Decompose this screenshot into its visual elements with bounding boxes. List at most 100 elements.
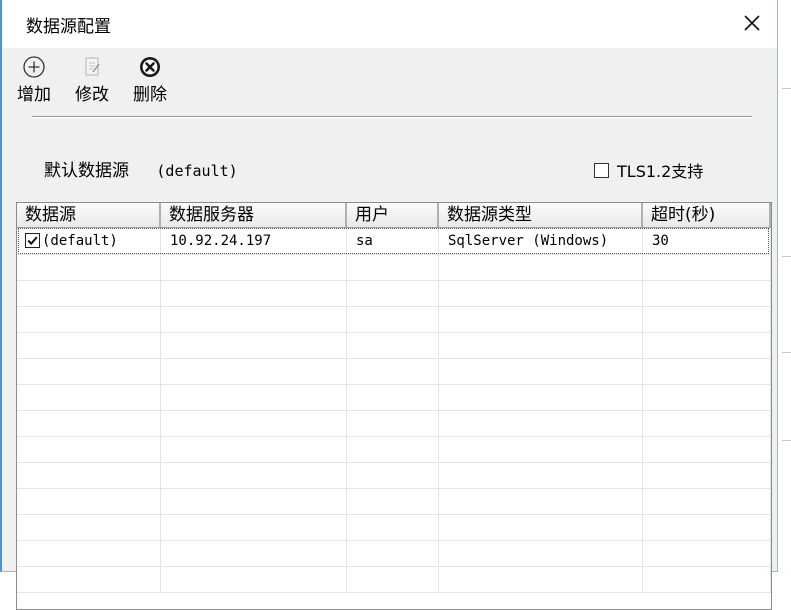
table-cell-server [161,462,347,488]
window-title: 数据源配置 [26,17,111,37]
table-cell-server [161,332,347,358]
edit-document-icon [85,57,100,76]
table-cell-user [347,566,439,592]
table-cell-timeout: 30 [643,228,771,254]
table-cell-timeout [643,332,771,358]
edit-button[interactable]: 修改 [64,52,120,105]
table-row[interactable] [17,384,771,411]
edit-button-label: 修改 [75,85,109,105]
table-cell-server [161,306,347,332]
table-row[interactable] [17,280,771,307]
row-checkbox[interactable] [25,233,40,248]
table-row[interactable] [17,332,771,359]
table-cell-user [347,410,439,436]
default-source-value: (default) [156,162,238,180]
table-cell-user [347,306,439,332]
table-cell-server [161,358,347,384]
table-header: 数据源 数据服务器 用户 数据源类型 超时(秒) [17,203,771,228]
table-row[interactable] [17,566,771,593]
table-cell-user [347,540,439,566]
table-cell-server [161,280,347,306]
background-edge [778,0,791,578]
table-cell-user: sa [347,228,439,254]
table-cell-type [439,384,643,410]
datasource-table: 数据源 数据服务器 用户 数据源类型 超时(秒) (default) 10.92.… [16,202,772,610]
add-button-label: 增加 [17,85,51,105]
tls-checkbox[interactable] [594,162,609,178]
table-cell-source [17,384,161,410]
table-cell-source [17,566,161,592]
edge-line [782,256,791,257]
row-source-text: (default) [42,233,118,249]
table-cell-type [439,514,643,540]
table-row[interactable]: (default) 10.92.24.197 sa SqlServer (Window… [17,228,771,255]
table-row[interactable] [17,410,771,437]
table-row[interactable] [17,254,771,281]
delete-button[interactable]: 删除 [122,52,178,105]
table-row[interactable] [17,540,771,567]
table-cell-type [439,358,643,384]
table-cell-user [347,462,439,488]
table-cell-type [439,540,643,566]
table-row[interactable] [17,462,771,489]
table-cell-server [161,540,347,566]
table-cell-timeout [643,488,771,514]
table-cell-timeout [643,462,771,488]
table-cell-server [161,488,347,514]
table-cell-timeout [643,384,771,410]
table-row[interactable] [17,358,771,385]
table-cell-server [161,410,347,436]
table-cell-server [161,514,347,540]
table-cell-type [439,254,643,280]
edge-line [782,440,791,441]
table-cell-source [17,306,161,332]
column-header-user[interactable]: 用户 [347,203,439,227]
table-row[interactable] [17,306,771,333]
table-cell-type [439,462,643,488]
table-cell-user [347,332,439,358]
table-cell-source [17,280,161,306]
column-header-type[interactable]: 数据源类型 [439,203,643,227]
column-header-server[interactable]: 数据服务器 [161,203,347,227]
table-row[interactable] [17,488,771,515]
table-cell-source [17,462,161,488]
dialog-window: 数据源配置 增加 修改 删除 默认数据源 (default) TLS1.2支持 … [0,0,778,610]
table-cell-source [17,254,161,280]
table-cell-timeout [643,540,771,566]
table-cell-server [161,566,347,592]
toolbar: 增加 修改 删除 [6,52,178,105]
table-cell-source [17,540,161,566]
title-bar: 数据源配置 [2,0,777,48]
table-cell-type [439,566,643,592]
table-cell-timeout [643,306,771,332]
table-cell-timeout [643,254,771,280]
add-button[interactable]: 增加 [6,52,62,105]
tls-label: TLS1.2支持 [617,162,704,181]
column-header-timeout[interactable]: 超时(秒) [643,203,771,227]
table-cell-timeout [643,514,771,540]
table-row[interactable] [17,514,771,541]
column-header-source[interactable]: 数据源 [17,203,161,227]
edge-line [782,88,791,89]
table-cell-timeout [643,410,771,436]
edge-line [782,352,791,353]
table-cell-source: (default) [17,228,161,254]
table-cell-timeout [643,436,771,462]
table-cell-type [439,436,643,462]
table-cell-timeout [643,566,771,592]
table-cell-server [161,254,347,280]
table-cell-type [439,280,643,306]
table-cell-timeout [643,280,771,306]
dialog-body: 增加 修改 删除 默认数据源 (default) TLS1.2支持 数据源 数据… [2,48,777,610]
table-cell-server [161,384,347,410]
table-cell-server [161,436,347,462]
tls-checkbox-row[interactable]: TLS1.2支持 [594,158,703,182]
table-cell-server: 10.92.24.197 [161,228,347,254]
delete-button-label: 删除 [133,85,167,105]
table-row[interactable] [17,436,771,463]
table-cell-type [439,410,643,436]
table-cell-timeout [643,358,771,384]
close-button[interactable] [735,6,769,40]
plus-circle-icon [23,56,45,78]
table-cell-user [347,358,439,384]
